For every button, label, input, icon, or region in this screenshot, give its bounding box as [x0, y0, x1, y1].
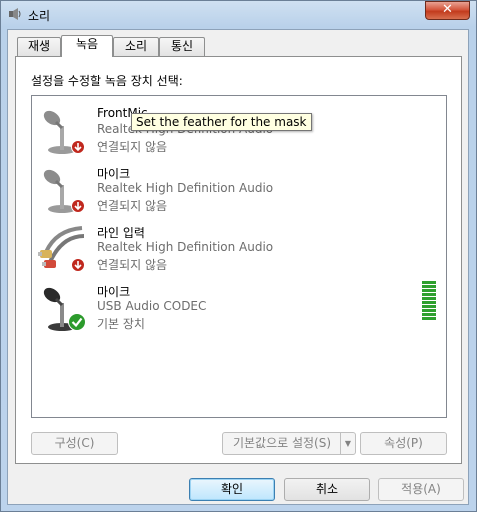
device-list[interactable]: FrontMic Realtek High Definition Audio 연… [31, 95, 447, 418]
disconnected-badge-icon [71, 199, 85, 213]
input-level-meter [421, 281, 437, 323]
ok-button[interactable]: 확인 [189, 478, 275, 501]
default-check-icon [68, 313, 86, 331]
properties-button[interactable]: 속성(P) [360, 432, 447, 455]
device-status: 연결되지 않음 [97, 199, 168, 213]
device-status: 연결되지 않음 [97, 258, 168, 272]
list-item-device[interactable]: 마이크 Realtek High Definition Audio 연결되지 않… [32, 163, 446, 221]
chevron-down-icon[interactable]: ▼ [340, 433, 355, 454]
device-description: Realtek High Definition Audio [97, 240, 274, 254]
close-button[interactable]: ✕ [425, 1, 470, 20]
device-name: 마이크 [97, 285, 131, 299]
tooltip: Set the feather for the mask [131, 113, 312, 131]
close-icon: ✕ [442, 2, 453, 17]
window-title: 소리 [28, 9, 51, 23]
device-name: 마이크 [97, 167, 131, 181]
tab-playback[interactable]: 재생 [17, 37, 61, 56]
device-status: 기본 장치 [97, 317, 145, 331]
device-name: 라인 입력 [97, 226, 145, 240]
apply-button[interactable]: 적용(A) [378, 478, 464, 501]
list-item-device[interactable]: 라인 입력 Realtek High Definition Audio 연결되지… [32, 222, 446, 280]
device-description: USB Audio CODEC [97, 299, 207, 313]
instruction-label: 설정을 수정할 녹음 장치 선택: [31, 74, 183, 88]
tab-recording[interactable]: 녹음 [61, 35, 113, 57]
tab-communications[interactable]: 통신 [159, 37, 205, 56]
speaker-icon [9, 8, 21, 20]
title-bar: 소리 ✕ [0, 0, 477, 30]
set-default-label: 기본값으로 설정(S) [232, 436, 332, 450]
device-status: 연결되지 않음 [97, 140, 168, 154]
set-default-button[interactable]: 기본값으로 설정(S) ▼ [222, 432, 356, 455]
configure-button[interactable]: 구성(C) [31, 432, 118, 455]
device-description: Realtek High Definition Audio [97, 181, 274, 195]
disconnected-badge-icon [71, 140, 85, 154]
cancel-button[interactable]: 취소 [284, 478, 370, 501]
list-item-device[interactable]: 마이크 USB Audio CODEC 기본 장치 [32, 281, 446, 339]
disconnected-badge-icon [71, 258, 85, 272]
tab-sounds[interactable]: 소리 [113, 37, 159, 56]
